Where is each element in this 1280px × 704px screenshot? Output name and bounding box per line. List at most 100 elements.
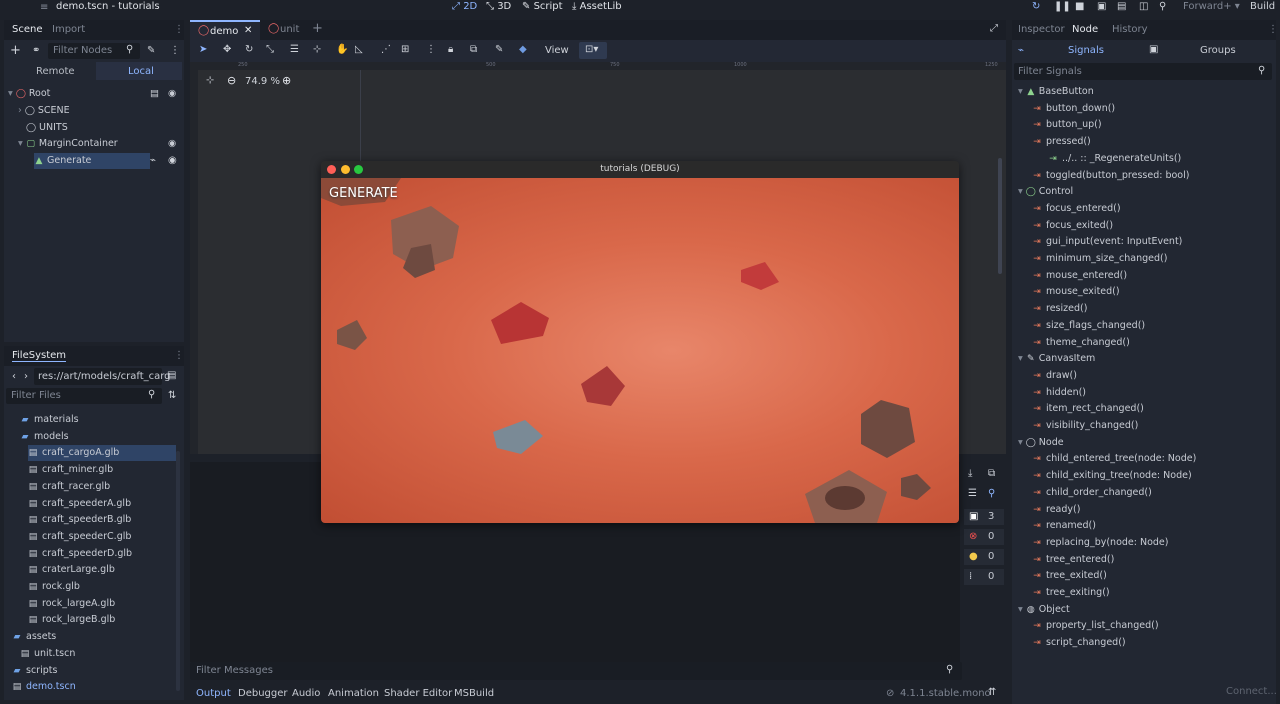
file-item[interactable]: ▤ craterLarge.glb [28, 562, 176, 578]
visibility-icon[interactable]: ◉ [168, 136, 176, 152]
mode-assetlib-button[interactable]: ⤓ AssetLib [572, 1, 622, 12]
tab-audio[interactable]: Audio [292, 688, 320, 699]
pivot-tool-icon[interactable]: ⊹ [313, 44, 321, 55]
movie-icon[interactable]: ◫ [1139, 1, 1148, 12]
mode-script-button[interactable]: ✎ Script [522, 1, 563, 12]
signal-item[interactable]: ⇥ child_exiting_tree(node: Node) [1032, 468, 1191, 484]
select-tool-icon[interactable]: ➤ [199, 44, 207, 55]
file-item[interactable]: ▤ craft_miner.glb [28, 462, 176, 478]
scrollbar[interactable] [998, 158, 1002, 274]
signal-group-node[interactable]: ▾ ◯ Node [1018, 435, 1064, 451]
signal-item[interactable]: ⇥ property_list_changed() [1032, 618, 1158, 634]
mode-3d-button[interactable]: ⤡ 3D [486, 1, 511, 12]
file-item[interactable]: ▤ craft_cargoA.glb [28, 445, 176, 462]
movie-maker-icon[interactable]: ⚲ [1159, 1, 1166, 12]
signal-item[interactable]: ⇥ replacing_by(node: Node) [1032, 535, 1168, 551]
signal-item[interactable]: ⇥ gui_input(event: InputEvent) [1032, 234, 1182, 250]
search-icon[interactable]: ⚲ [988, 488, 995, 499]
mode-2d-button[interactable]: ⤢ 2D [452, 1, 477, 12]
lock-icon[interactable]: 🔒︎ [448, 44, 453, 55]
grid-snap-icon[interactable]: ⊞ [401, 44, 409, 55]
signal-item[interactable]: ⇥ theme_changed() [1032, 335, 1130, 351]
path-field[interactable]: res://art/models/craft_carg [34, 368, 171, 385]
tab-debugger[interactable]: Debugger [238, 688, 288, 699]
signal-group-basebutton[interactable]: ▾ ▲ BaseButton [1018, 84, 1094, 100]
distraction-free-icon[interactable]: ⤢ [990, 23, 998, 34]
script-attach-icon[interactable]: ✎ [147, 45, 155, 56]
game-window[interactable]: tutorials (DEBUG) GENERATE [321, 161, 959, 523]
skeleton-icon[interactable]: ✎ [495, 44, 503, 55]
split-mode-icon[interactable]: ▤ [167, 370, 176, 381]
groups-tab[interactable]: Groups [1200, 45, 1236, 56]
ruler-tool-icon[interactable]: ◺ [355, 44, 363, 55]
visibility-icon[interactable]: ◉ [168, 86, 176, 102]
signal-item[interactable]: ⇥ tree_entered() [1032, 552, 1114, 568]
signal-item[interactable]: ⇥ ready() [1032, 502, 1080, 518]
signal-item[interactable]: ⇥ button_down() [1032, 101, 1115, 117]
remote-debug-icon[interactable]: ↻ [1032, 1, 1040, 12]
tab-unit[interactable]: ◯ unit [262, 20, 312, 40]
maximize-dot-icon[interactable] [354, 165, 363, 174]
signals-tab[interactable]: Signals [1068, 45, 1104, 56]
file-item[interactable]: ▤ craft_racer.glb [28, 479, 176, 495]
zoom-in-icon[interactable]: ⊕ [282, 74, 291, 87]
copy-icon[interactable]: ⧉ [988, 468, 995, 479]
file-item[interactable]: ▤ craft_speederA.glb [28, 496, 176, 512]
tree-node-scene[interactable]: › ◯ SCENE [18, 103, 70, 119]
clear-log-icon[interactable]: ⤓ [968, 468, 972, 479]
signal-item[interactable]: ⇥ item_rect_changed() [1032, 401, 1144, 417]
signal-item[interactable]: ⇥ focus_entered() [1032, 201, 1120, 217]
tab-inspector[interactable]: Inspector [1018, 24, 1065, 35]
signal-item[interactable]: ⇥ button_up() [1032, 117, 1101, 133]
folder-item[interactable]: ▰ models [20, 429, 176, 445]
signal-group-canvasitem[interactable]: ▾ ✎ CanvasItem [1018, 351, 1095, 367]
folder-item[interactable]: ▰ assets [12, 629, 176, 645]
file-item[interactable]: ▤ rock_largeA.glb [28, 596, 176, 612]
script-icon[interactable]: ▤ [150, 86, 159, 102]
signal-item[interactable]: ⇥ focus_exited() [1032, 218, 1113, 234]
center-view-icon[interactable]: ⊹ [206, 75, 214, 86]
connect-button[interactable]: Connect... [1226, 686, 1277, 697]
tab-scene[interactable]: Scene [12, 24, 43, 35]
forward-icon[interactable]: › [24, 371, 28, 382]
signal-item[interactable]: ⇥ hidden() [1032, 385, 1086, 401]
generate-button[interactable]: GENERATE [329, 186, 398, 201]
close-dot-icon[interactable] [327, 165, 336, 174]
file-item[interactable]: ▤ craft_speederC.glb [28, 529, 176, 545]
stop-icon[interactable]: ■ [1075, 1, 1084, 12]
tree-node-generate[interactable]: ▲ Generate [34, 153, 150, 169]
folder-item[interactable]: ▰ materials [20, 412, 176, 428]
signal-group-control[interactable]: ▾ ◯ Control [1018, 184, 1073, 200]
anchor-preset-button[interactable]: ⊡▾ [579, 42, 607, 59]
tab-import[interactable]: Import [52, 24, 85, 35]
signal-item[interactable]: ⇥ resized() [1032, 301, 1087, 317]
file-item[interactable]: ▤ rock.glb [28, 579, 176, 595]
tree-node-margincontainer[interactable]: ▾ ▢ MarginContainer ◉ [18, 136, 184, 152]
local-button[interactable]: Local [96, 62, 182, 80]
add-node-icon[interactable]: + [10, 43, 21, 58]
signal-item[interactable]: ⇥ script_changed() [1032, 635, 1125, 651]
tab-shader-editor[interactable]: Shader Editor [384, 688, 452, 699]
scrollbar[interactable] [176, 451, 180, 691]
signal-item[interactable]: ⇥ size_flags_changed() [1032, 318, 1145, 334]
minimize-dot-icon[interactable] [341, 165, 350, 174]
snap-options-icon[interactable]: ⋮ [426, 44, 436, 55]
dock-menu-icon[interactable]: ⋮ [174, 24, 184, 35]
play-scene-icon[interactable]: ▣ [1097, 1, 1106, 12]
dock-menu-icon[interactable]: ⋮ [1268, 24, 1278, 35]
warnings-toggle[interactable]: ● 0 [964, 549, 1004, 565]
signal-connection[interactable]: ⇥ ../.. :: _RegenerateUnits() [1048, 151, 1181, 167]
sort-icon[interactable]: ⇅ [168, 390, 176, 401]
zoom-level[interactable]: 74.9 % [245, 76, 280, 87]
build-button[interactable]: Build [1250, 1, 1275, 12]
folder-item[interactable]: ▰ scripts [12, 663, 176, 679]
group-icon[interactable]: ⧉ [470, 44, 477, 55]
file-item[interactable]: ▤ rock_largeB.glb [28, 612, 176, 628]
signal-item[interactable]: ⇥ toggled(button_pressed: bool) [1032, 168, 1189, 184]
renderer-select[interactable]: Forward+ ▾ [1183, 1, 1240, 12]
signal-item[interactable]: ⇥ mouse_exited() [1032, 284, 1119, 300]
remote-button[interactable]: Remote [36, 66, 75, 77]
collapse-icon[interactable]: ☰ [968, 488, 977, 499]
signal-item[interactable]: ⇥ renamed() [1032, 518, 1096, 534]
log-messages-toggle[interactable]: ▣ 3 [964, 509, 1004, 525]
